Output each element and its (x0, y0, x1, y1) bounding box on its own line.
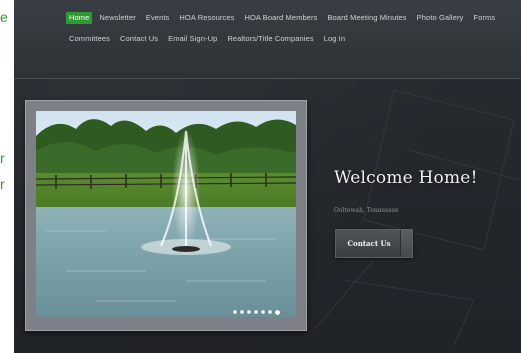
slider-dot[interactable] (254, 310, 258, 314)
slider-dot[interactable] (261, 310, 265, 314)
edge-text-fragment: r (0, 176, 5, 192)
hero-title: Welcome Home! (334, 168, 478, 188)
slider-dot[interactable] (233, 310, 237, 314)
button-arrow-segment (400, 230, 412, 257)
pond-fountain-image (36, 111, 296, 317)
header-bar: Home Newsletter Events HOA Resources HOA Boa… (14, 0, 521, 79)
nav-item-contact-us[interactable]: Contact Us (117, 33, 161, 45)
slider-dot[interactable] (268, 310, 272, 314)
edge-text-fragment: e (0, 9, 8, 25)
nav-item-hoa-board-members[interactable]: HOA Board Members (241, 12, 320, 24)
nav-item-committees[interactable]: Committees (66, 33, 113, 45)
edge-text-fragment: r (0, 150, 5, 166)
nav-item-newsletter[interactable]: Newsletter (96, 12, 138, 24)
site-container: Home Newsletter Events HOA Resources HOA Boa… (14, 0, 521, 353)
nav-item-forms[interactable]: Forms (470, 12, 498, 24)
left-edge-strip: e r r (0, 0, 14, 353)
nav-item-events[interactable]: Events (143, 12, 173, 24)
nav-item-email-sign-up[interactable]: Email Sign-Up (165, 33, 220, 45)
slider-pagination (233, 310, 280, 315)
slider-dot[interactable] (275, 310, 280, 315)
slider-dot[interactable] (247, 310, 251, 314)
hero-location: Ooltewah, Tennessee (334, 207, 399, 214)
nav-item-realtors-title-companies[interactable]: Realtors/Title Companies (224, 33, 316, 45)
contact-us-button[interactable]: Contact Us (335, 229, 413, 258)
page: e r r Home Newsletter Events HOA Resources H… (0, 0, 521, 353)
main-navigation: Home Newsletter Events HOA Resources HOA Boa… (66, 12, 506, 54)
nav-item-log-in[interactable]: Log In (321, 33, 348, 45)
image-slider (25, 100, 307, 331)
slider-dot[interactable] (240, 310, 244, 314)
nav-item-photo-gallery[interactable]: Photo Gallery (414, 12, 467, 24)
nav-item-home[interactable]: Home (66, 12, 93, 24)
nav-item-board-meeting-minutes[interactable]: Board Meeting Minutes (324, 12, 409, 24)
slider-image (36, 111, 296, 317)
contact-us-button-label: Contact Us (347, 239, 391, 248)
nav-item-hoa-resources[interactable]: HOA Resources (176, 12, 237, 24)
